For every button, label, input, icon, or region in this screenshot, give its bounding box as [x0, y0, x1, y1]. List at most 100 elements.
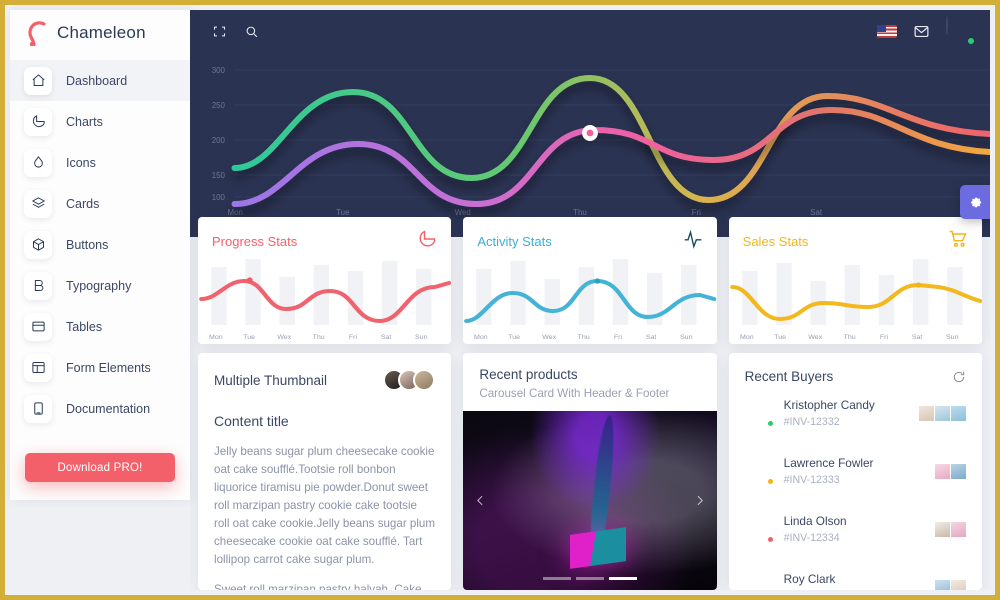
product-thumbnails	[934, 579, 966, 590]
sidebar-item-icons[interactable]: Icons	[10, 142, 190, 183]
svg-text:Mon: Mon	[740, 334, 754, 341]
svg-text:Wex: Wex	[808, 334, 823, 341]
svg-text:Tue: Tue	[243, 334, 255, 341]
fullscreen-icon[interactable]	[206, 18, 232, 44]
body-paragraph: Jelly beans sugar plum cheesecake cookie…	[214, 445, 436, 566]
buyer-invoice: #INV-12334	[783, 532, 840, 544]
us-flag-icon[interactable]	[877, 24, 897, 38]
svg-text:Tue: Tue	[508, 334, 520, 341]
carousel-image	[463, 411, 717, 590]
svg-text:Thu: Thu	[578, 334, 590, 341]
list-item[interactable]: Lawrence Fowler #INV-12333	[729, 442, 982, 500]
buyer-invoice: #INV-12333	[783, 474, 840, 486]
svg-text:Sat: Sat	[810, 208, 823, 217]
status-badge	[766, 420, 774, 427]
svg-text:Sat: Sat	[646, 334, 657, 341]
sidebar-item-label: Charts	[66, 114, 103, 129]
sidebar-item-label: Cards	[66, 196, 100, 211]
settings-gear-button[interactable]	[960, 185, 990, 219]
svg-text:200: 200	[212, 136, 226, 145]
product-thumbnails	[934, 463, 966, 479]
sidebar-item-cards[interactable]: Cards	[10, 183, 190, 224]
sidebar-item-label: Form Elements	[66, 360, 151, 375]
brand[interactable]: Chameleon	[10, 10, 190, 56]
svg-text:Wed: Wed	[455, 208, 471, 217]
product-thumbnails	[934, 521, 966, 537]
buyer-name: Roy Clark	[783, 572, 836, 586]
carousel-dot[interactable]	[542, 577, 571, 580]
content-title: Content title	[214, 413, 289, 429]
body-paragraph: Sweet roll marzipan pastry halvah. Cake …	[214, 582, 422, 590]
carousel-dot[interactable]	[608, 577, 637, 580]
carousel-indicators	[463, 577, 716, 580]
carousel-dot[interactable]	[575, 577, 604, 580]
sidebar-item-documentation[interactable]: Documentation	[10, 388, 190, 429]
chevron-left-icon	[476, 495, 483, 506]
search-icon[interactable]	[238, 18, 264, 44]
list-item[interactable]: Linda Olson #INV-12334	[729, 500, 982, 558]
box-icon	[24, 230, 52, 259]
carousel-prev-button[interactable]	[467, 488, 493, 514]
svg-text:Wex: Wex	[277, 334, 292, 341]
svg-text:Fri: Fri	[880, 334, 889, 341]
sidebar-item-charts[interactable]: Charts	[10, 101, 190, 142]
svg-text:Mon: Mon	[228, 208, 243, 217]
avatar	[745, 457, 774, 485]
svg-text:Tue: Tue	[336, 208, 350, 217]
svg-text:Mon: Mon	[474, 334, 488, 341]
svg-text:Tue: Tue	[774, 334, 786, 341]
list-item[interactable]: Roy Clark #INV-12335	[729, 558, 982, 590]
main-content: 300 250 200 150 100 Mon Tue Wed Thu Fri Sat	[190, 10, 990, 590]
sidebar-item-tables[interactable]: Tables	[10, 306, 190, 347]
avatar	[745, 399, 774, 427]
svg-text:250: 250	[212, 101, 226, 110]
layers-icon	[24, 189, 52, 218]
refresh-icon[interactable]	[952, 370, 966, 384]
sidebar-nav: Dashboard Charts Icons Cards Buttons Typ…	[10, 56, 190, 429]
svg-text:300: 300	[212, 66, 226, 75]
avatar	[745, 515, 774, 543]
sidebar-item-dashboard[interactable]: Dashboard	[10, 60, 190, 101]
carousel-next-button[interactable]	[687, 488, 713, 514]
card-title: Multiple Thumbnail	[214, 372, 328, 388]
user-avatar[interactable]	[946, 16, 975, 45]
card-subtitle: Carousel Card With Header & Footer	[479, 387, 670, 400]
mail-icon[interactable]	[913, 23, 930, 40]
gear-icon	[970, 197, 981, 207]
chevron-right-icon	[697, 495, 704, 506]
status-badge	[766, 536, 774, 543]
svg-text:Fri: Fri	[349, 334, 358, 341]
sales-stats-card: Sales Stats Mon Tue Wex Thu Fri Sat Sun	[728, 217, 982, 344]
stats-row: Progress Stats Mon Tue Wex Thu Fri Sat S…	[190, 217, 990, 344]
svg-text:Sat: Sat	[911, 334, 922, 341]
recent-buyers-card: Recent Buyers Kristopher Candy #INV-1233…	[728, 353, 982, 590]
sidebar-item-buttons[interactable]: Buttons	[10, 224, 190, 265]
status-badge	[967, 37, 975, 45]
app-window: Chameleon Dashboard Charts Icons Cards B…	[0, 0, 1000, 600]
pie-chart-icon	[24, 107, 52, 136]
svg-text:Mon: Mon	[209, 334, 223, 341]
sidebar-item-label: Icons	[66, 155, 96, 170]
buyer-invoice: #INV-12332	[783, 416, 840, 428]
avatar[interactable]	[413, 369, 436, 391]
avatar-group	[383, 369, 436, 391]
svg-text:Sat: Sat	[381, 334, 392, 341]
svg-text:Thu: Thu	[313, 334, 325, 341]
droplet-icon	[24, 148, 52, 177]
layout-icon	[24, 353, 52, 382]
activity-stats-card: Activity Stats Mon Tue Wex Thu Fri Sat S…	[463, 217, 717, 344]
list-item[interactable]: Kristopher Candy #INV-12332	[729, 384, 982, 442]
buyer-name: Lawrence Fowler	[783, 456, 874, 470]
hero-chart-section: 300 250 200 150 100 Mon Tue Wed Thu Fri Sat	[190, 10, 990, 237]
book-icon	[24, 394, 52, 423]
avatar	[745, 573, 773, 590]
sidebar-item-typography[interactable]: Typography	[10, 265, 190, 306]
sidebar-item-label: Tables	[66, 319, 103, 334]
main-line-chart: 300 250 200 150 100 Mon Tue Wed Thu Fri Sat	[190, 52, 990, 237]
product-image-decoration	[588, 414, 618, 544]
download-pro-button[interactable]: Download PRO!	[25, 453, 175, 482]
sidebar-item-form-elements[interactable]: Form Elements	[10, 347, 190, 388]
buyer-name: Linda Olson	[783, 514, 847, 528]
sidebar-item-label: Dashboard	[66, 73, 128, 88]
sidebar-item-label: Buttons	[66, 237, 109, 252]
